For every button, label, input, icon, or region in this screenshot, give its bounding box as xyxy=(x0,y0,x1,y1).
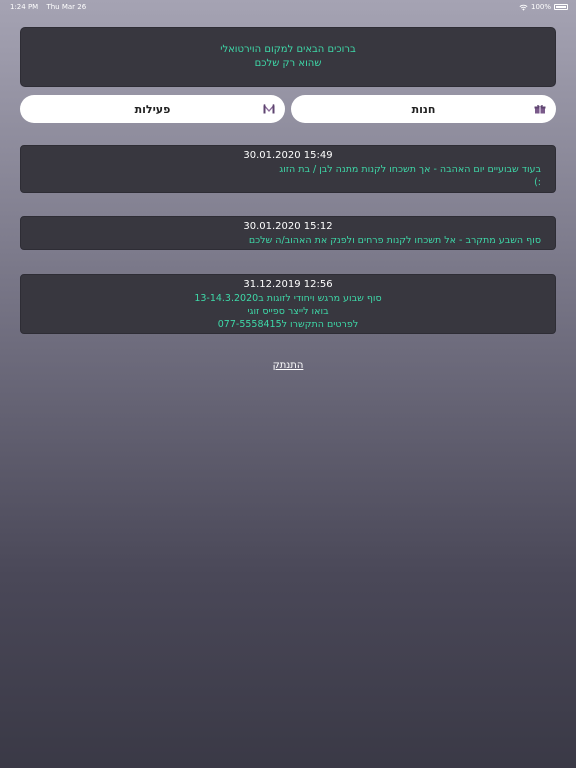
activities-button[interactable]: פעילות xyxy=(20,95,285,123)
post-date: 30.01.2020 15:49 xyxy=(243,150,333,161)
welcome-line-2: שהוא רק שלכם xyxy=(254,58,322,69)
post-card: 30.01.2020 15:49 בעוד שבועיים יום האהבה … xyxy=(20,145,556,193)
post-text-line: :) xyxy=(534,177,541,188)
status-time: 1:24 PM xyxy=(10,3,39,11)
post-text-line: סוף השבע מתקרב - אל תשכחו לקנות פרחים ול… xyxy=(248,235,541,246)
battery-icon xyxy=(554,4,568,10)
post-date: 31.12.2019 12:56 xyxy=(243,279,333,290)
status-right: 100% xyxy=(519,3,568,11)
post-text-line: בעוד שבועיים יום האהבה - אך תשכחו לקנות … xyxy=(279,164,541,175)
battery-percent: 100% xyxy=(530,3,551,11)
shop-label: חנות xyxy=(411,102,436,116)
shop-button[interactable]: חנות xyxy=(291,95,556,123)
post-text-line: לפרטים התקשרו ל077-5558415 xyxy=(217,319,359,330)
wifi-icon xyxy=(519,4,528,11)
status-left: 1:24 PM Thu Mar 26 xyxy=(10,3,92,11)
post-card: 30.01.2020 15:12 סוף השבע מתקרב - אל תשכ… xyxy=(20,216,556,250)
status-bar: 1:24 PM Thu Mar 26 100% xyxy=(0,0,576,14)
activities-icon xyxy=(263,104,275,114)
post-text-line: בואו לייצר ספייס זוגי xyxy=(247,306,329,317)
post-date: 30.01.2020 15:12 xyxy=(243,221,333,232)
activities-label: פעילות xyxy=(134,102,171,116)
logout-link[interactable]: התנתק xyxy=(0,360,576,371)
welcome-banner: ברוכים הבאים למקום הוירטואלי שהוא רק שלכ… xyxy=(20,27,556,87)
welcome-line-1: ברוכים הבאים למקום הוירטואלי xyxy=(220,44,356,55)
gift-icon xyxy=(534,104,546,114)
post-card: 31.12.2019 12:56 סוף שבוע מרגש ויחודי לז… xyxy=(20,274,556,334)
status-date: Thu Mar 26 xyxy=(46,3,87,11)
post-text-line: סוף שבוע מרגש ויחודי לזוגות ב13-14.3.202… xyxy=(194,293,382,304)
